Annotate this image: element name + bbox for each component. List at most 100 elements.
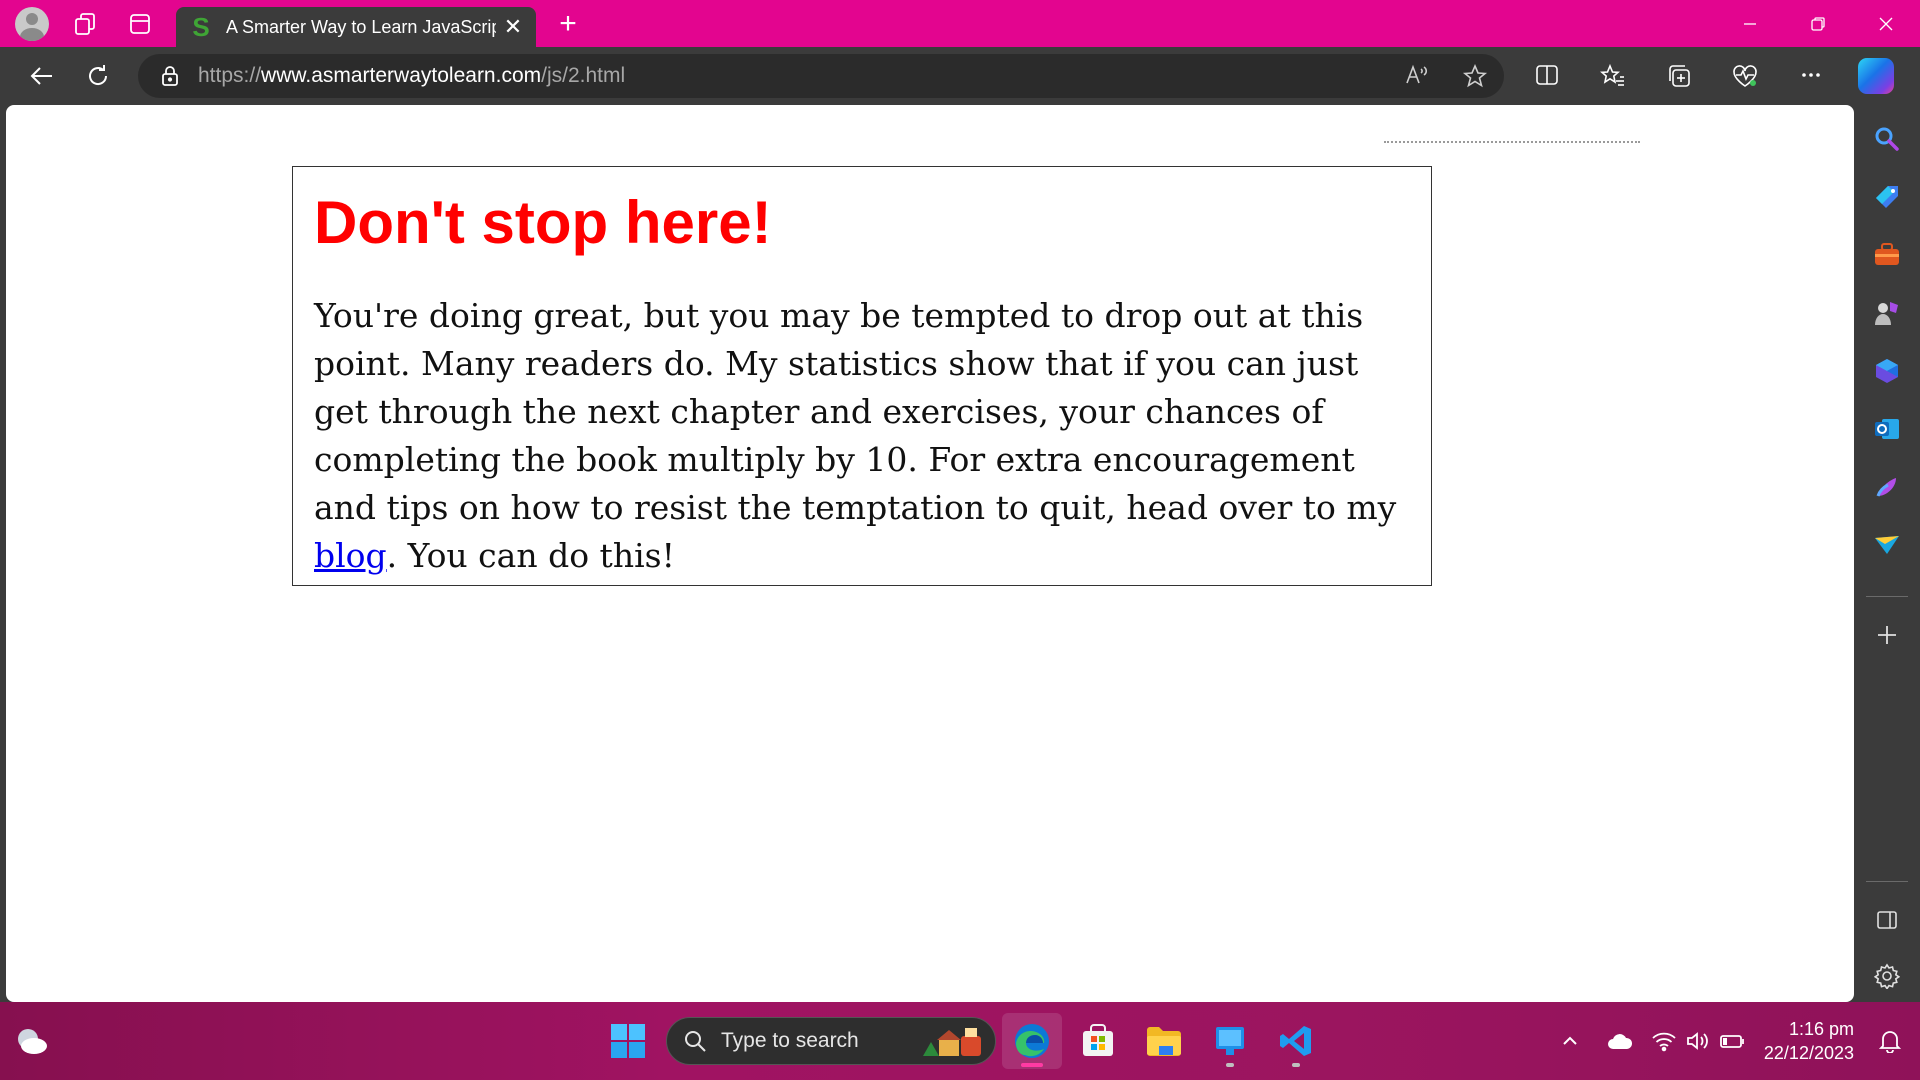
blog-link[interactable]: blog <box>314 536 387 575</box>
system-tray: 1:16 pm 22/12/2023 <box>1548 1002 1920 1080</box>
lock-icon[interactable] <box>160 65 180 87</box>
favorites-list-icon <box>1600 63 1624 86</box>
folder-icon <box>1147 1027 1181 1056</box>
restore-button[interactable] <box>1784 0 1852 47</box>
add-icon <box>1878 626 1896 644</box>
refresh-icon <box>89 65 108 85</box>
weather-widget[interactable] <box>14 1026 50 1056</box>
read-aloud-icon <box>1406 64 1428 84</box>
designer-icon <box>1876 478 1896 497</box>
split-screen-icon <box>1536 65 1558 85</box>
url-host: www.asmarterwaytolearn.com <box>261 64 542 87</box>
back-button[interactable] <box>14 54 70 98</box>
edge-sidebar <box>1854 105 1920 1002</box>
outlook-icon <box>1875 419 1899 439</box>
browser-toolbar: https://www.asmarterwaytolearn.com/js/2.… <box>0 47 1920 105</box>
sidebar-games-button[interactable] <box>1871 297 1903 329</box>
chevron-up-icon <box>1563 1036 1577 1045</box>
sidebar-search-button[interactable] <box>1871 123 1903 155</box>
onedrive-button[interactable] <box>1592 1031 1648 1051</box>
favorites-button[interactable] <box>1580 63 1646 89</box>
settings-icon <box>1874 963 1900 989</box>
sidebar-outlook-button[interactable] <box>1871 413 1903 445</box>
new-tab-button[interactable]: + <box>548 7 588 41</box>
clock-date: 22/12/2023 <box>1763 1043 1854 1063</box>
sidebar-designer-button[interactable] <box>1871 471 1903 503</box>
favorite-star-button[interactable] <box>1446 63 1504 89</box>
volume-icon <box>1687 1032 1708 1050</box>
heartbeat-icon <box>1733 65 1757 87</box>
taskbar-remote-app[interactable] <box>1200 1013 1260 1069</box>
taskbar-store[interactable] <box>1068 1013 1128 1069</box>
sidebar-divider <box>1866 596 1908 597</box>
more-dots-icon <box>1802 73 1820 77</box>
active-tab[interactable]: S A Smarter Way to Learn JavaScript ✕ <box>176 7 536 47</box>
tab-actions-button[interactable] <box>118 5 162 43</box>
profile-button[interactable] <box>10 5 54 43</box>
sidebar-drop-button[interactable] <box>1871 529 1903 561</box>
sidebar-hide-button[interactable] <box>1871 904 1903 936</box>
bell-icon <box>1879 1031 1901 1053</box>
read-aloud-button[interactable] <box>1388 63 1446 89</box>
url-text[interactable]: https://www.asmarterwaytolearn.com/js/2.… <box>198 64 625 88</box>
notifications-button[interactable] <box>1872 1029 1908 1053</box>
vscode-icon <box>1280 1026 1311 1056</box>
split-screen-button[interactable] <box>1514 63 1580 89</box>
taskbar-edge[interactable] <box>1002 1013 1062 1069</box>
send-icon <box>1875 536 1899 554</box>
refresh-button[interactable] <box>70 54 126 98</box>
window-controls <box>1716 0 1920 47</box>
restore-icon <box>1811 16 1825 31</box>
show-hidden-icons-button[interactable] <box>1548 1032 1592 1050</box>
sidebar-settings-button[interactable] <box>1871 960 1903 992</box>
taskbar-vscode[interactable] <box>1266 1013 1326 1069</box>
tools-briefcase-icon <box>1875 243 1899 265</box>
wifi-icon <box>1652 1032 1676 1052</box>
close-icon <box>1879 17 1893 30</box>
microsoft-store-icon <box>1083 1024 1113 1056</box>
sidebar-shopping-button[interactable] <box>1871 181 1903 213</box>
workspaces-button[interactable] <box>64 5 108 43</box>
close-window-button[interactable] <box>1852 0 1920 47</box>
taskbar-search-box[interactable]: Type to search <box>666 1017 996 1065</box>
minimize-button[interactable] <box>1716 0 1784 47</box>
search-icon <box>685 1031 706 1052</box>
running-indicator <box>1292 1063 1300 1067</box>
clock-time: 1:16 pm <box>1788 1019 1854 1039</box>
site-favicon-icon: S <box>192 12 210 42</box>
copilot-icon[interactable] <box>1858 58 1894 94</box>
network-volume-battery-button[interactable] <box>1648 1030 1748 1052</box>
tab-title: A Smarter Way to Learn JavaScript <box>226 16 496 37</box>
decorative-dotted-line <box>1384 141 1640 143</box>
back-arrow-icon <box>30 67 52 85</box>
sidebar-add-button[interactable] <box>1871 619 1903 651</box>
address-bar-actions <box>1388 63 1504 89</box>
search-highlight-icon <box>923 1028 981 1056</box>
url-scheme: https:// <box>198 64 262 87</box>
encouragement-box: Don't stop here! You're doing great, but… <box>292 166 1432 586</box>
sidebar-divider-bottom <box>1866 881 1908 882</box>
start-button[interactable] <box>600 1013 656 1069</box>
taskbar-apps: Type to search <box>600 1013 1326 1069</box>
minimize-icon <box>1744 22 1756 25</box>
workspaces-icon <box>75 12 95 35</box>
taskbar-file-explorer[interactable] <box>1134 1013 1194 1069</box>
encouragement-paragraph: You're doing great, but you may be tempt… <box>314 292 1410 580</box>
weather-cloud-icon <box>18 1029 47 1054</box>
search-placeholder: Type to search <box>721 1029 859 1052</box>
settings-and-more-button[interactable] <box>1778 63 1844 89</box>
url-path: /js/2.html <box>541 64 626 87</box>
page-heading: Don't stop here! <box>314 189 772 256</box>
sidebar-m365-button[interactable] <box>1871 355 1903 387</box>
taskbar-clock[interactable]: 1:16 pm 22/12/2023 <box>1764 1017 1854 1065</box>
paragraph-text-before: You're doing great, but you may be tempt… <box>314 296 1397 527</box>
close-tab-icon[interactable]: ✕ <box>500 14 526 40</box>
collections-icon <box>1669 65 1690 87</box>
shopping-tag-icon <box>1876 186 1898 208</box>
collections-button[interactable] <box>1646 63 1712 89</box>
paragraph-text-after: . You can do this! <box>386 536 675 575</box>
sidebar-tools-button[interactable] <box>1871 239 1903 271</box>
onedrive-cloud-icon <box>1607 1034 1632 1049</box>
address-bar[interactable]: https://www.asmarterwaytolearn.com/js/2.… <box>138 54 1504 98</box>
browser-essentials-button[interactable] <box>1712 63 1778 89</box>
